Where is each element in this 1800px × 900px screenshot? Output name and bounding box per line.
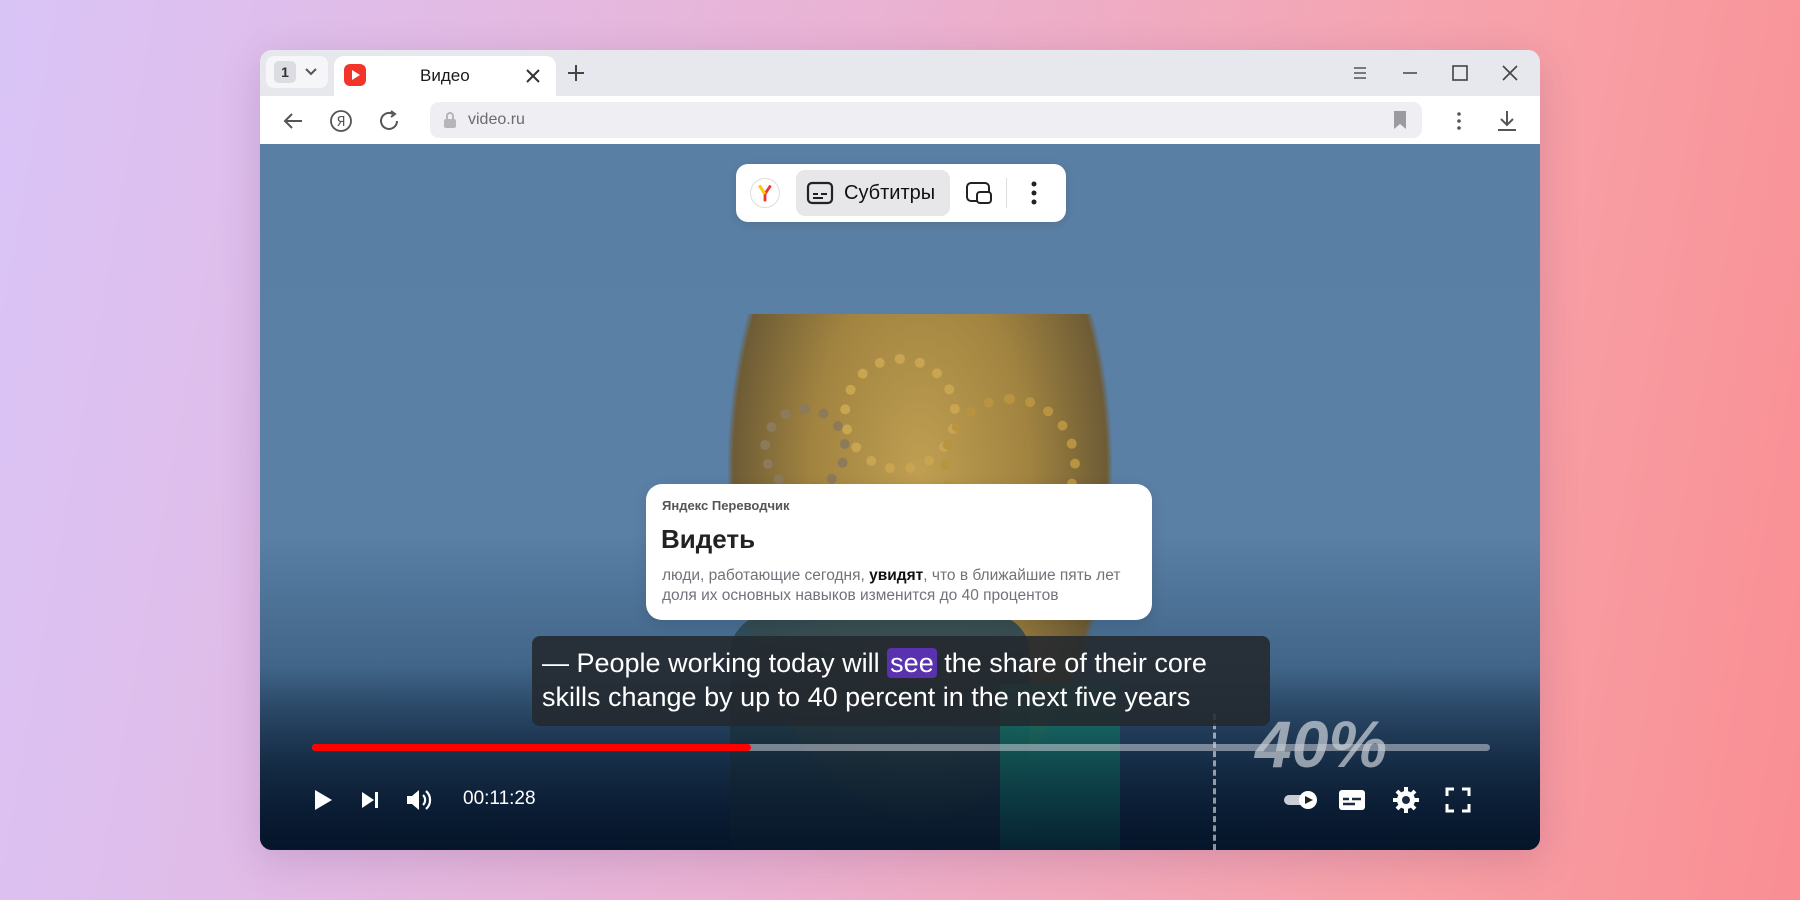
reload-icon[interactable] [376, 108, 402, 134]
video-player[interactable]: 40% Субтитры Яндекс Переводчик Видеть лю… [260, 144, 1540, 850]
svg-text:Я: Я [336, 115, 345, 130]
tab-video[interactable]: Видео [334, 56, 556, 96]
back-icon[interactable] [280, 108, 306, 134]
next-icon[interactable] [354, 784, 386, 816]
translator-card: Яндекс Переводчик Видеть люди, работающи… [646, 484, 1152, 620]
url-text: video.ru [468, 111, 525, 128]
bookmark-icon[interactable] [1392, 110, 1408, 130]
captions-icon[interactable] [1336, 784, 1368, 816]
yandex-icon[interactable]: Я [328, 108, 354, 134]
subtitles-button[interactable]: Субтитры [796, 170, 950, 216]
lock-icon [444, 112, 456, 128]
chevron-down-icon [305, 68, 317, 76]
pip-icon[interactable] [964, 178, 994, 208]
subtitle-before: — People working today will [542, 648, 888, 678]
window-close-icon[interactable] [1498, 61, 1522, 85]
subtitle-box: — People working today will see the shar… [532, 636, 1270, 726]
close-icon[interactable] [522, 65, 544, 87]
subtitles-label: Субтитры [844, 182, 936, 204]
menu-icon[interactable] [1348, 61, 1372, 85]
yandex-browser-icon[interactable] [750, 178, 780, 208]
translation-context: люди, работающие сегодня, увидят, что в … [662, 566, 1142, 606]
more-vertical-icon[interactable] [1024, 178, 1044, 208]
plus-icon[interactable] [564, 61, 588, 85]
volume-icon[interactable] [402, 784, 434, 816]
context-highlight: увидят [869, 567, 924, 584]
translated-word: Видеть [661, 524, 756, 554]
video-overlay-toolbar: Субтитры [736, 164, 1066, 222]
browser-window: 1 Видео Я video.ru 40% Субтитры Яндекс П… [260, 50, 1540, 850]
subtitles-icon [806, 181, 834, 205]
maximize-icon[interactable] [1448, 61, 1472, 85]
tab-strip: 1 Видео [260, 50, 1540, 96]
kebab-icon[interactable] [1446, 108, 1472, 134]
tab-counter-button[interactable]: 1 [266, 56, 328, 88]
browser-toolbar: Я video.ru [260, 96, 1540, 144]
tab-count: 1 [274, 61, 296, 83]
time-display: 00:11:28 [463, 788, 536, 809]
settings-icon[interactable] [1390, 784, 1422, 816]
video-dashed-line [1213, 714, 1216, 850]
tab-title: Видео [420, 66, 470, 85]
minimize-icon[interactable] [1398, 61, 1422, 85]
toolbar-separator [1006, 178, 1007, 208]
autoplay-icon[interactable] [1282, 784, 1320, 816]
fullscreen-icon[interactable] [1442, 784, 1474, 816]
subtitle-highlighted-word[interactable]: see [887, 648, 937, 678]
context-before: люди, работающие сегодня, [662, 567, 870, 584]
progress-played [312, 744, 752, 751]
video-favicon-icon [344, 64, 366, 86]
translator-source: Яндекс Переводчик [662, 498, 790, 513]
address-bar[interactable]: video.ru [430, 102, 1422, 138]
video-frame-gear [760, 404, 850, 494]
play-icon[interactable] [306, 784, 338, 816]
progress-bar[interactable] [312, 744, 1490, 751]
download-icon[interactable] [1494, 108, 1520, 134]
